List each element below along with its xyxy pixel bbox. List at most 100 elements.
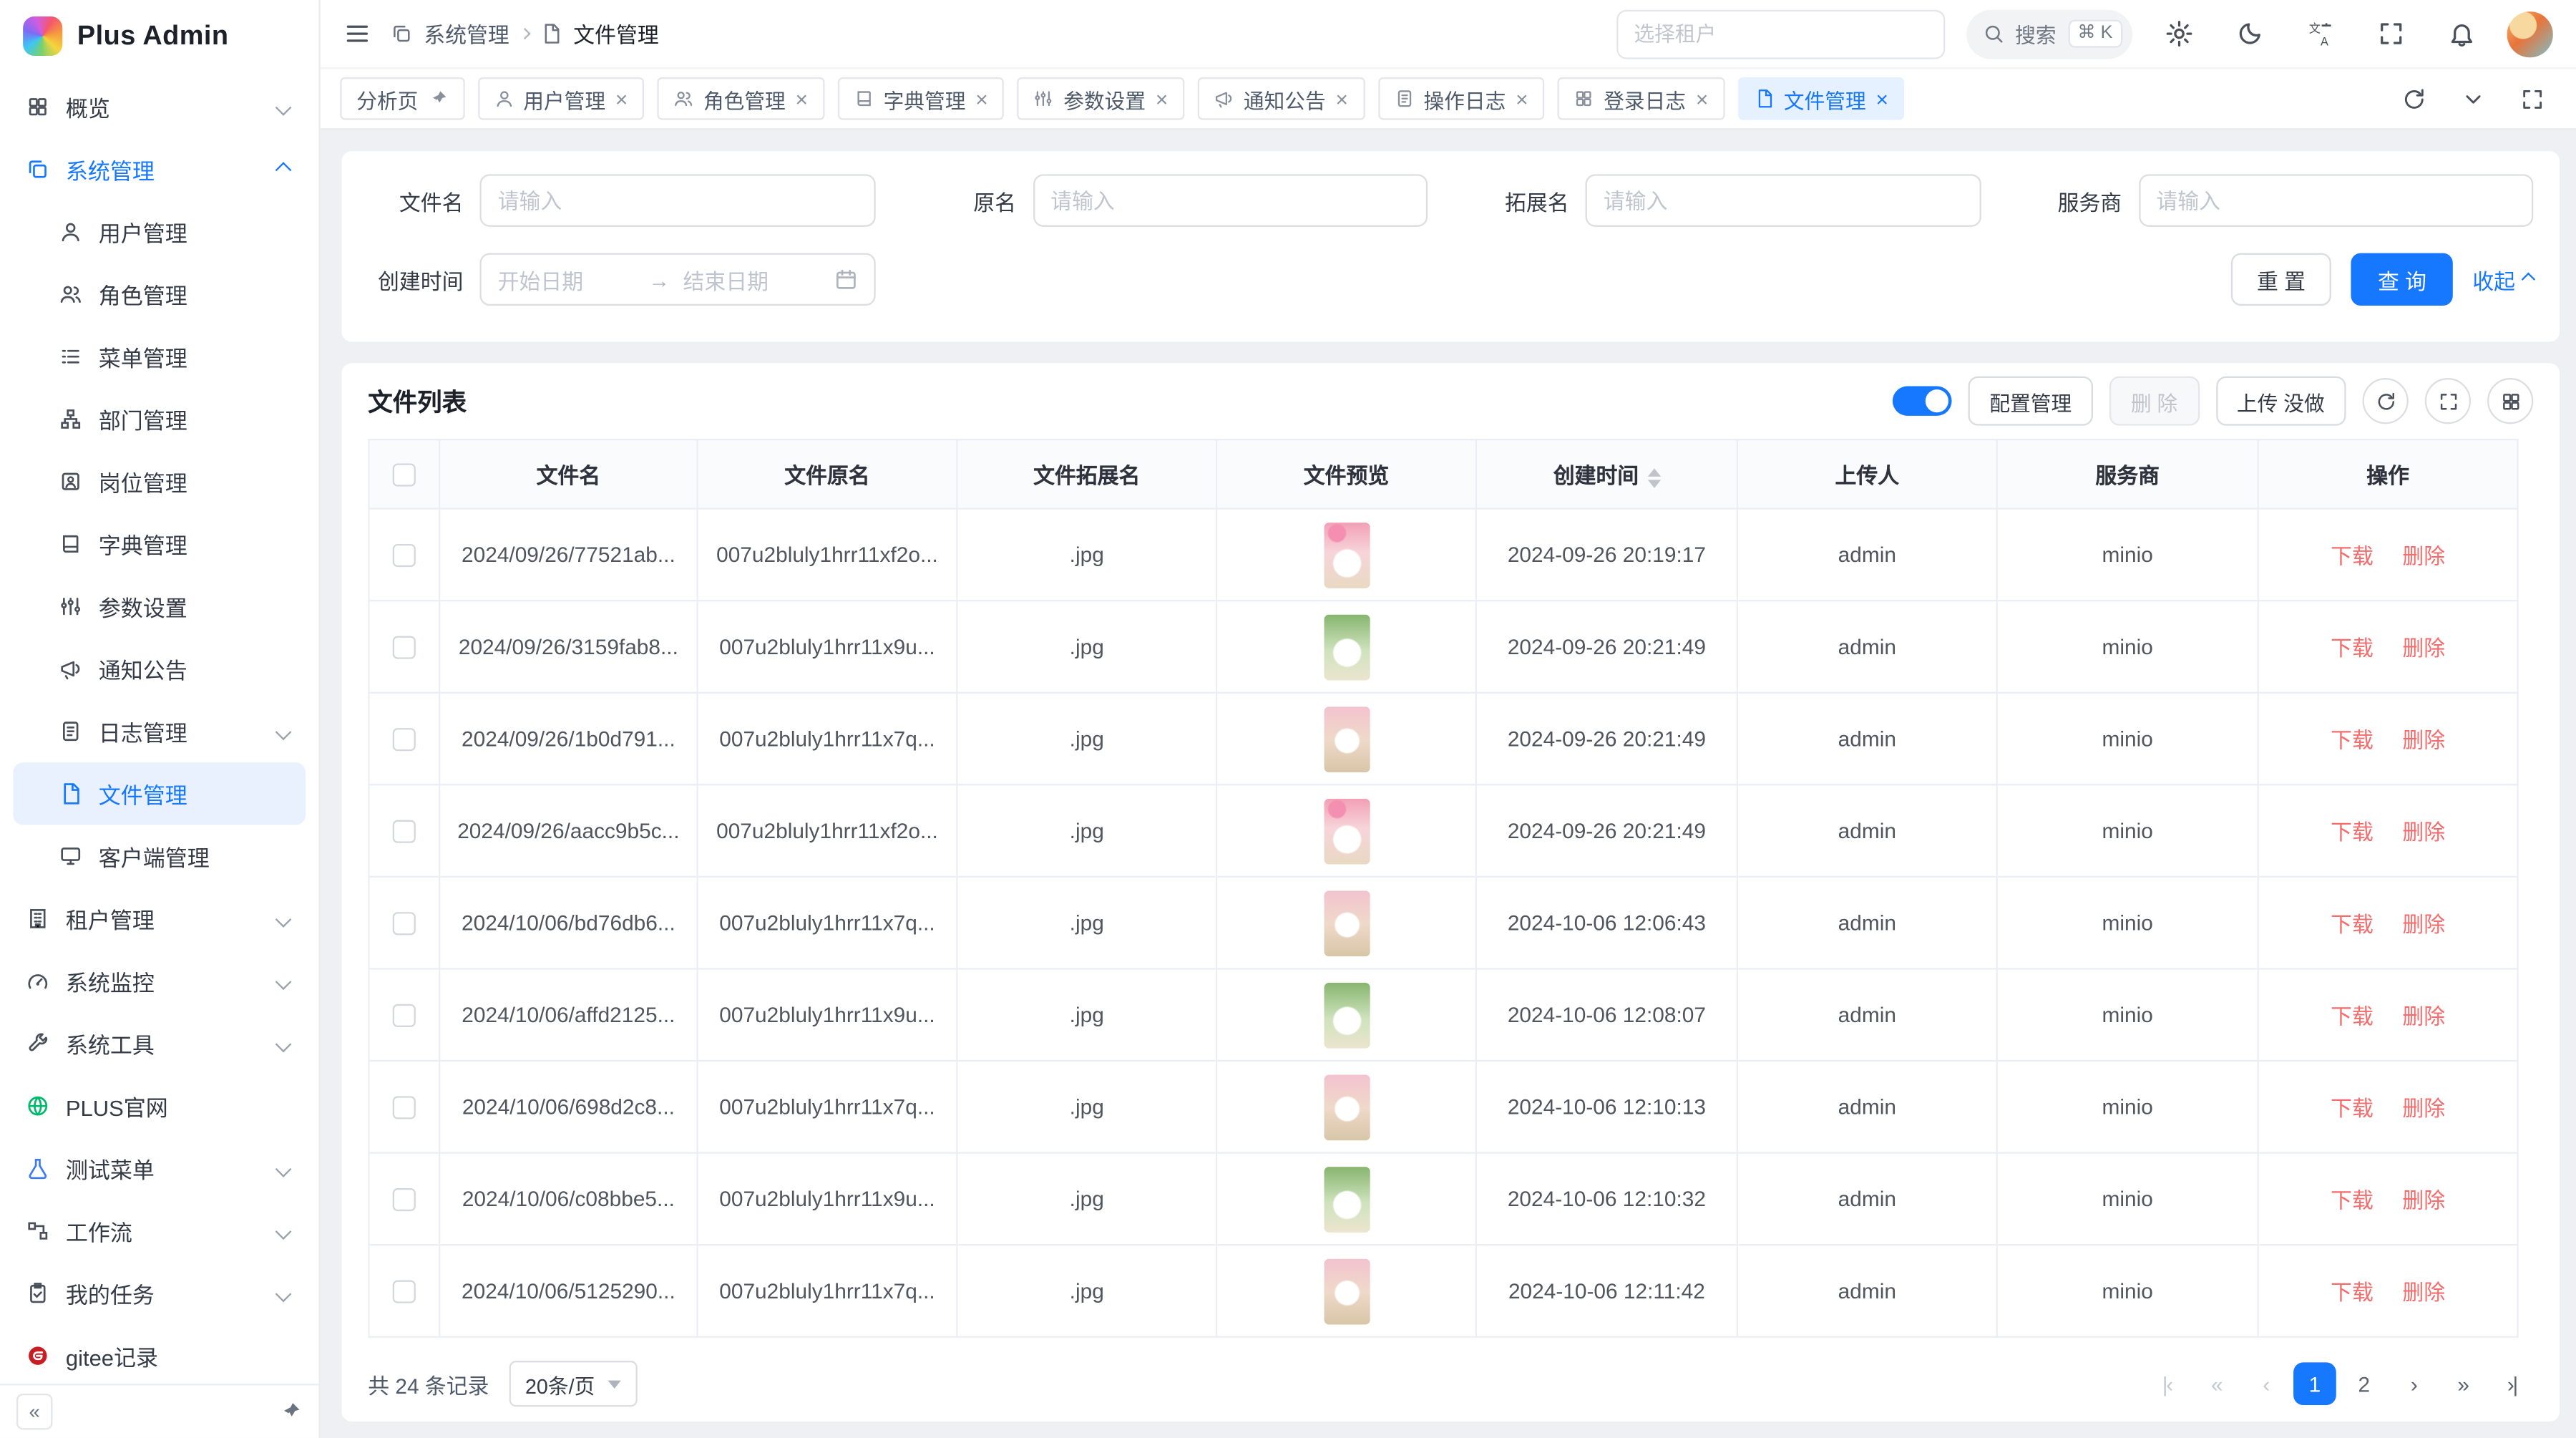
tab-login-logs[interactable]: 登录日志 × <box>1558 77 1724 120</box>
next-5-pages-button[interactable]: » <box>2441 1362 2484 1405</box>
row-checkbox[interactable] <box>393 1004 416 1027</box>
tab-options-button[interactable] <box>2448 74 2497 123</box>
tab-parameters[interactable]: 参数设置 × <box>1018 77 1184 120</box>
download-link[interactable]: 下载 <box>2331 1281 2373 1305</box>
row-checkbox[interactable] <box>393 1281 416 1303</box>
pin-sidebar-icon[interactable] <box>279 1400 302 1423</box>
close-icon[interactable]: × <box>975 88 987 110</box>
refresh-tab-button[interactable] <box>2389 74 2438 123</box>
tab-files[interactable]: 文件管理 × <box>1738 77 1905 120</box>
close-icon[interactable]: × <box>1875 88 1888 110</box>
row-checkbox[interactable] <box>393 1097 416 1119</box>
sort-icon[interactable] <box>1647 467 1660 487</box>
sidebar-item-system[interactable]: 系统管理 <box>13 138 306 200</box>
hamburger-menu-icon[interactable] <box>343 9 371 59</box>
sidebar-item-dictionary[interactable]: 字典管理 <box>13 512 306 575</box>
sidebar-item-logs[interactable]: 日志管理 <box>13 700 306 762</box>
tab-analysis[interactable]: 分析页 <box>340 77 464 120</box>
sidebar-item-parameters[interactable]: 参数设置 <box>13 575 306 638</box>
close-icon[interactable]: × <box>796 88 808 110</box>
column-header-created[interactable]: 创建时间 <box>1476 439 1737 508</box>
row-checkbox[interactable] <box>393 636 416 659</box>
content-fullscreen-button[interactable] <box>2507 74 2557 123</box>
delete-link[interactable]: 删除 <box>2402 1188 2445 1213</box>
select-all-checkbox[interactable] <box>393 464 416 487</box>
delete-button[interactable]: 删 除 <box>2109 376 2199 426</box>
row-checkbox[interactable] <box>393 545 416 568</box>
download-link[interactable]: 下载 <box>2331 636 2373 661</box>
file-preview-thumbnail[interactable] <box>1323 982 1369 1048</box>
filter-input[interactable] <box>1586 174 1981 226</box>
close-icon[interactable]: × <box>1336 88 1348 110</box>
fullscreen-button[interactable] <box>2366 9 2415 59</box>
download-link[interactable]: 下载 <box>2331 912 2373 936</box>
delete-link[interactable]: 删除 <box>2402 1004 2445 1029</box>
prev-5-pages-button[interactable]: « <box>2195 1362 2238 1405</box>
column-settings-button[interactable] <box>2487 378 2533 424</box>
row-checkbox[interactable] <box>393 729 416 752</box>
filter-input[interactable] <box>479 174 874 226</box>
sidebar-item-notices[interactable]: 通知公告 <box>13 638 306 700</box>
config-manage-button[interactable]: 配置管理 <box>1968 376 2094 426</box>
settings-button[interactable] <box>2154 9 2203 59</box>
refresh-table-button[interactable] <box>2363 378 2409 424</box>
delete-link[interactable]: 删除 <box>2402 636 2445 661</box>
sidebar-item-departments[interactable]: 部门管理 <box>13 388 306 450</box>
pin-icon[interactable] <box>428 89 448 109</box>
app-logo[interactable]: Plus Admin <box>0 0 318 72</box>
file-preview-thumbnail[interactable] <box>1323 1074 1369 1140</box>
sidebar-item-clients[interactable]: 客户端管理 <box>13 825 306 888</box>
sidebar-item-files[interactable]: 文件管理 <box>13 762 306 825</box>
close-icon[interactable]: × <box>1696 88 1708 110</box>
file-preview-thumbnail[interactable] <box>1323 614 1369 680</box>
row-checkbox[interactable] <box>393 913 416 936</box>
filter-input[interactable] <box>2138 174 2533 226</box>
tab-notices[interactable]: 通知公告 × <box>1198 77 1365 120</box>
query-button[interactable]: 查 询 <box>2351 253 2452 306</box>
download-link[interactable]: 下载 <box>2331 1096 2373 1120</box>
row-checkbox[interactable] <box>393 820 416 843</box>
sidebar-item-monitoring[interactable]: 系统监控 <box>13 950 306 1012</box>
row-checkbox[interactable] <box>393 1189 416 1212</box>
sidebar-item-tenants[interactable]: 租户管理 <box>13 888 306 950</box>
download-link[interactable]: 下载 <box>2331 1004 2373 1029</box>
download-link[interactable]: 下载 <box>2331 544 2373 568</box>
dark-mode-button[interactable] <box>2225 9 2274 59</box>
sidebar-item-tools[interactable]: 系统工具 <box>13 1012 306 1074</box>
filter-input[interactable] <box>1033 174 1428 226</box>
date-range-input[interactable]: 开始日期 → 结束日期 <box>479 253 874 306</box>
page-2-button[interactable]: 2 <box>2343 1362 2386 1405</box>
sidebar-item-workflow[interactable]: 工作流 <box>13 1200 306 1262</box>
delete-link[interactable]: 删除 <box>2402 728 2445 752</box>
next-page-button[interactable]: › <box>2392 1362 2435 1405</box>
notifications-button[interactable] <box>2436 9 2486 59</box>
tab-users[interactable]: 用户管理 × <box>477 77 644 120</box>
delete-link[interactable]: 删除 <box>2402 1096 2445 1120</box>
close-icon[interactable]: × <box>615 88 628 110</box>
user-avatar[interactable] <box>2507 11 2553 57</box>
global-search-button[interactable]: 搜索 ⌘ K <box>1966 9 2132 59</box>
sidebar-item-test-menu[interactable]: 测试菜单 <box>13 1137 306 1200</box>
tenant-select-input[interactable] <box>1616 9 1944 59</box>
reset-button[interactable]: 重 置 <box>2230 253 2331 306</box>
tab-operation-logs[interactable]: 操作日志 × <box>1377 77 1544 120</box>
sidebar-item-plus-website[interactable]: PLUS官网 <box>13 1075 306 1137</box>
prev-page-button[interactable]: ‹ <box>2244 1362 2287 1405</box>
upload-button[interactable]: 上传 没做 <box>2215 376 2346 426</box>
sidebar-item-posts[interactable]: 岗位管理 <box>13 450 306 512</box>
file-preview-thumbnail[interactable] <box>1323 706 1369 772</box>
file-preview-thumbnail[interactable] <box>1323 1258 1369 1324</box>
file-preview-thumbnail[interactable] <box>1323 1166 1369 1232</box>
search-toggle[interactable] <box>1893 387 1952 416</box>
delete-link[interactable]: 删除 <box>2402 544 2445 568</box>
collapse-filter-link[interactable]: 收起 <box>2472 263 2533 295</box>
tab-dictionary[interactable]: 字典管理 × <box>837 77 1004 120</box>
file-preview-thumbnail[interactable] <box>1323 890 1369 956</box>
file-preview-thumbnail[interactable] <box>1323 798 1369 864</box>
last-page-button[interactable]: ›| <box>2491 1362 2534 1405</box>
sidebar-item-my-tasks[interactable]: 我的任务 <box>13 1262 306 1324</box>
download-link[interactable]: 下载 <box>2331 1188 2373 1213</box>
first-page-button[interactable]: |‹ <box>2145 1362 2188 1405</box>
sidebar-item-users[interactable]: 用户管理 <box>13 200 306 263</box>
collapse-sidebar-button[interactable]: « <box>16 1394 53 1430</box>
